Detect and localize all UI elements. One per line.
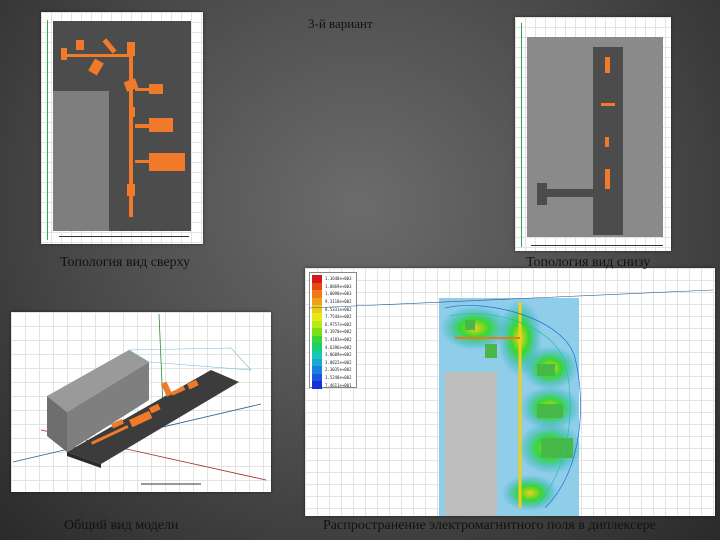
port-bottom bbox=[127, 184, 135, 196]
caption-field-view: Распространение электромагнитного поля в… bbox=[323, 518, 656, 533]
branch-pad-1-end bbox=[149, 84, 163, 94]
y-axis-line bbox=[47, 20, 48, 240]
top-view-panel bbox=[41, 12, 203, 244]
bottom-pad-3 bbox=[605, 137, 609, 147]
bottom-view-panel bbox=[515, 17, 671, 251]
ground-plane-top bbox=[53, 91, 109, 231]
port-top bbox=[127, 42, 135, 56]
y-axis-line bbox=[521, 23, 522, 247]
em-field-panel: 1.1648e+003 1.0869e+003 1.0090e+003 9.3118e… bbox=[305, 268, 715, 516]
bottom-pad-4 bbox=[605, 169, 610, 189]
caption-top-view: Топология вид сверху bbox=[60, 255, 191, 270]
field-visualization bbox=[308, 289, 714, 511]
branch-pad-2 bbox=[131, 107, 135, 117]
model-3d-panel bbox=[11, 312, 271, 492]
bottom-connector-end bbox=[537, 183, 547, 205]
model-3d-drawing bbox=[12, 313, 267, 485]
slide-title: 3-й вариант bbox=[308, 16, 373, 31]
feed-line-horizontal bbox=[61, 54, 131, 57]
resonator-a bbox=[76, 40, 84, 50]
scale-bar-top bbox=[59, 236, 189, 237]
branch-pad-4-end bbox=[149, 153, 185, 171]
caption-bottom-view: Топология вид снизу bbox=[526, 255, 651, 270]
bottom-pad-1 bbox=[605, 57, 610, 73]
scale-bar-bottom bbox=[531, 245, 663, 246]
bottom-pad-2 bbox=[601, 103, 615, 106]
caption-model-view: Общий вид модели bbox=[64, 518, 179, 533]
branch-pad-3-end bbox=[149, 118, 173, 132]
bottom-connector bbox=[540, 189, 595, 197]
input-stub bbox=[61, 48, 67, 60]
